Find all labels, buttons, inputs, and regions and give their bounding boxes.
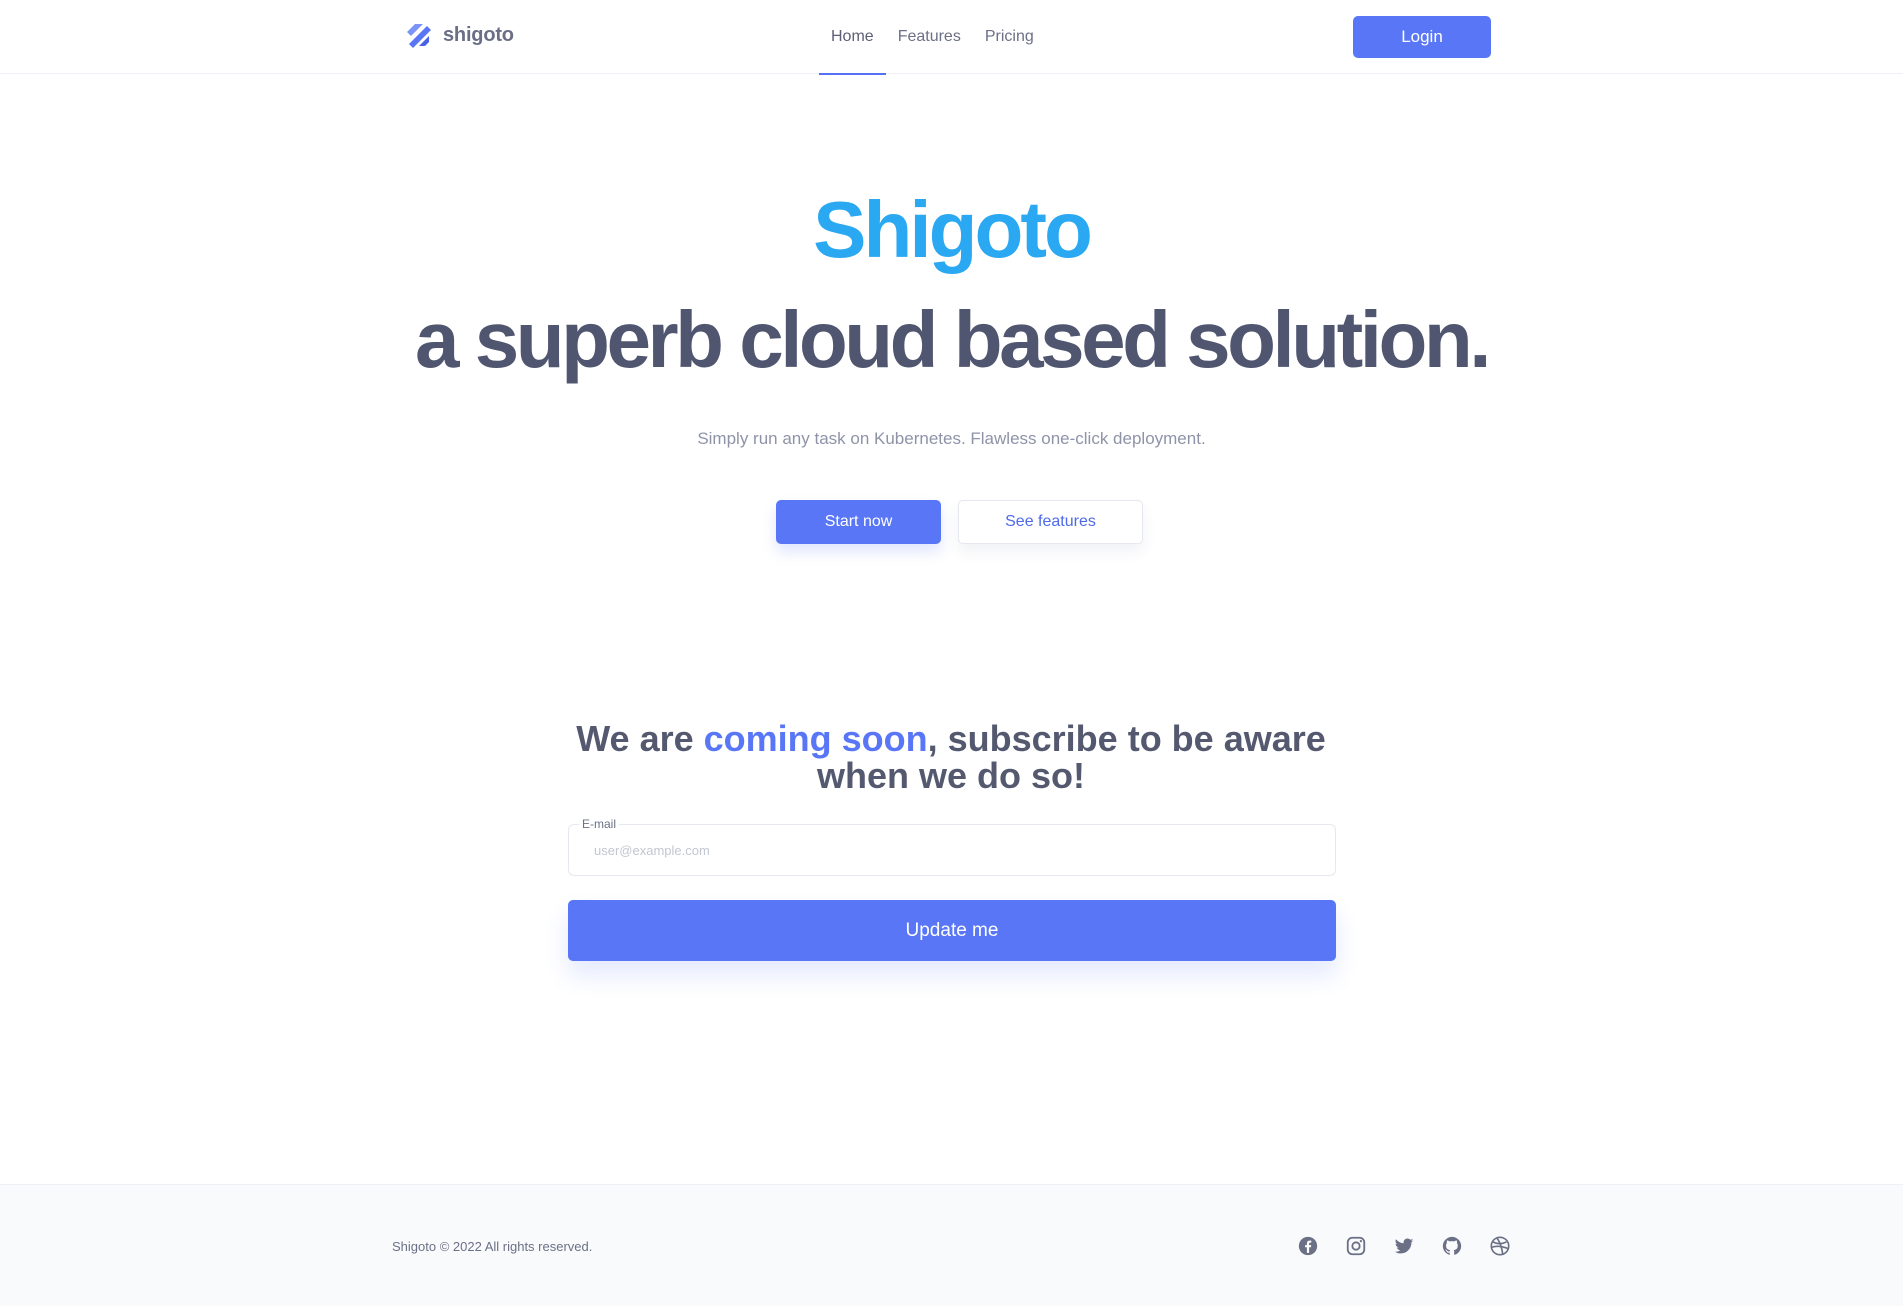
main-nav: Home Features Pricing <box>819 0 1046 75</box>
subscribe-heading-start: We are <box>576 718 704 759</box>
logo[interactable]: shigoto <box>401 18 514 52</box>
site-footer: Shigoto © 2022 All rights reserved. <box>0 1184 1903 1306</box>
hero-headline: a superb cloud based solution. <box>415 295 1491 384</box>
nav-features[interactable]: Features <box>886 0 973 75</box>
email-input[interactable] <box>569 825 1335 875</box>
dribbble-icon[interactable] <box>1489 1235 1511 1257</box>
shigoto-logo-icon <box>407 24 431 48</box>
start-now-button[interactable]: Start now <box>776 500 941 544</box>
subscribe-heading: We are coming soon, subscribe to be awar… <box>551 720 1351 794</box>
hero-cta-group: Start now See features <box>776 500 1143 544</box>
hero-brand-title: Shigoto <box>813 185 1093 274</box>
github-icon[interactable] <box>1441 1235 1463 1257</box>
hero-subtitle: Simply run any task on Kubernetes. Flawl… <box>697 429 1206 448</box>
see-features-button[interactable]: See features <box>958 500 1143 544</box>
twitter-icon[interactable] <box>1393 1235 1415 1257</box>
copyright-text: Shigoto © 2022 All rights reserved. <box>392 1239 593 1254</box>
logo-text: shigoto <box>443 23 514 46</box>
login-button[interactable]: Login <box>1353 16 1491 58</box>
facebook-icon[interactable] <box>1297 1235 1319 1257</box>
nav-pricing[interactable]: Pricing <box>973 0 1046 75</box>
update-me-button[interactable]: Update me <box>568 900 1336 961</box>
subscribe-heading-accent: coming soon <box>703 718 928 759</box>
nav-home[interactable]: Home <box>819 0 886 75</box>
social-links <box>1297 1235 1511 1257</box>
site-header: shigoto Home Features Pricing Login <box>0 0 1903 75</box>
email-field: E-mail <box>568 817 1336 876</box>
instagram-icon[interactable] <box>1345 1235 1367 1257</box>
